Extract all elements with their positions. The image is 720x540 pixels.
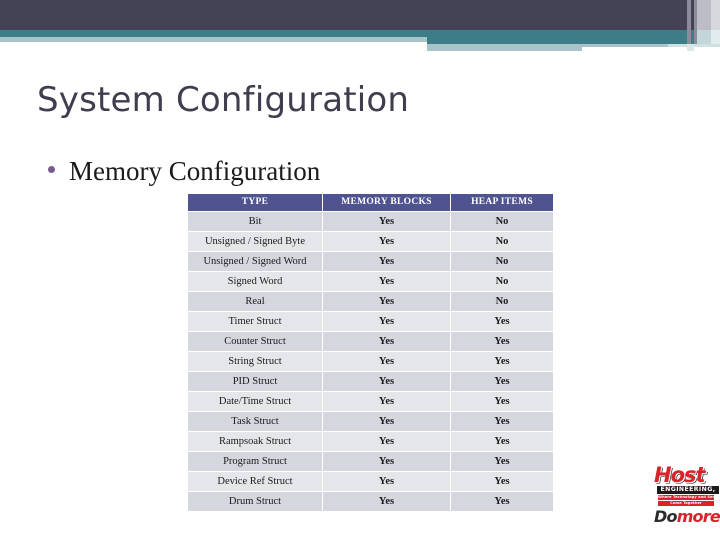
table-row: Bit Yes No xyxy=(188,212,553,231)
cell-memory-blocks: Yes xyxy=(323,472,450,491)
cell-heap-items: Yes xyxy=(451,372,553,391)
banner-vstripe-8 xyxy=(687,44,694,51)
cell-type: Drum Struct xyxy=(188,492,322,511)
banner-vstripe-5 xyxy=(697,30,711,44)
cell-heap-items: Yes xyxy=(451,392,553,411)
banner-vstripe-7 xyxy=(711,30,720,44)
table-row: Task Struct Yes Yes xyxy=(188,412,553,431)
table-row: Real Yes No xyxy=(188,292,553,311)
table-row: Unsigned / Signed Byte Yes No xyxy=(188,232,553,251)
cell-memory-blocks: Yes xyxy=(323,432,450,451)
logo-slogan-prefix: Do xyxy=(654,507,677,526)
bullet-list-item: Memory Configuration xyxy=(48,156,320,187)
cell-heap-items: Yes xyxy=(451,472,553,491)
logo-tagline-line1: Where Technology and Service xyxy=(658,495,714,500)
memory-configuration-table: TYPE MEMORY BLOCKS HEAP ITEMS Bit Yes No Un… xyxy=(187,193,554,512)
cell-heap-items: Yes xyxy=(451,432,553,451)
cell-memory-blocks: Yes xyxy=(323,412,450,431)
cell-type: Unsigned / Signed Word xyxy=(188,252,322,271)
table-row: Signed Word Yes No xyxy=(188,272,553,291)
logo-brand-text: Host xyxy=(654,463,706,487)
cell-memory-blocks: Yes xyxy=(323,232,450,251)
cell-type: Signed Word xyxy=(188,272,322,291)
cell-type: Timer Struct xyxy=(188,312,322,331)
cell-heap-items: Yes xyxy=(451,452,553,471)
table-row: Drum Struct Yes Yes xyxy=(188,492,553,511)
cell-memory-blocks: Yes xyxy=(323,272,450,291)
column-header-memory-blocks: MEMORY BLOCKS xyxy=(323,194,450,211)
cell-memory-blocks: Yes xyxy=(323,252,450,271)
cell-heap-items: Yes xyxy=(451,352,553,371)
cell-heap-items: No xyxy=(451,232,553,251)
table-row: Device Ref Struct Yes Yes xyxy=(188,472,553,491)
cell-memory-blocks: Yes xyxy=(323,392,450,411)
logo-tagline-line2: Come Together xyxy=(658,501,714,506)
logo-slogan: Domore! xyxy=(654,508,720,526)
table-row: Counter Struct Yes Yes xyxy=(188,332,553,351)
cell-type: Real xyxy=(188,292,322,311)
table-body: Bit Yes No Unsigned / Signed Byte Yes No Unsig… xyxy=(188,212,553,511)
column-header-heap-items: HEAP ITEMS xyxy=(451,194,553,211)
table-row: Unsigned / Signed Word Yes No xyxy=(188,252,553,271)
banner-pale-far-bar xyxy=(668,44,720,47)
cell-heap-items: Yes xyxy=(451,332,553,351)
banner-teal-bar xyxy=(0,30,720,37)
banner-vstripe-4 xyxy=(697,0,711,30)
cell-type: Program Struct xyxy=(188,452,322,471)
table-row: PID Struct Yes Yes xyxy=(188,372,553,391)
cell-type: String Struct xyxy=(188,352,322,371)
table-row: Date/Time Struct Yes Yes xyxy=(188,392,553,411)
cell-type: Task Struct xyxy=(188,412,322,431)
banner-teal-right-bar xyxy=(427,37,720,44)
slide-top-banner xyxy=(0,0,720,56)
cell-type: Bit xyxy=(188,212,322,231)
cell-heap-items: Yes xyxy=(451,412,553,431)
table-row: Program Struct Yes Yes xyxy=(188,452,553,471)
table-row: Timer Struct Yes Yes xyxy=(188,312,553,331)
cell-heap-items: No xyxy=(451,252,553,271)
host-engineering-logo: Host ENGINEERING, INC. Where Technology … xyxy=(654,464,720,536)
banner-dark-bar xyxy=(0,0,720,30)
table-row: Rampsoak Struct Yes Yes xyxy=(188,432,553,451)
banner-pale-left-bar xyxy=(0,37,427,42)
cell-type: PID Struct xyxy=(188,372,322,391)
table-row: String Struct Yes Yes xyxy=(188,352,553,371)
cell-type: Unsigned / Signed Byte xyxy=(188,232,322,251)
cell-heap-items: No xyxy=(451,292,553,311)
cell-memory-blocks: Yes xyxy=(323,212,450,231)
cell-memory-blocks: Yes xyxy=(323,492,450,511)
cell-memory-blocks: Yes xyxy=(323,452,450,471)
cell-heap-items: No xyxy=(451,272,553,291)
banner-vstripe-6 xyxy=(711,0,720,30)
cell-heap-items: Yes xyxy=(451,492,553,511)
cell-type: Device Ref Struct xyxy=(188,472,322,491)
bullet-item-label: Memory Configuration xyxy=(69,156,321,186)
cell-memory-blocks: Yes xyxy=(323,352,450,371)
cell-type: Counter Struct xyxy=(188,332,322,351)
logo-slogan-suffix: more! xyxy=(676,507,720,526)
banner-pale-thin-bar xyxy=(582,44,668,47)
page-title: System Configuration xyxy=(37,80,410,120)
cell-memory-blocks: Yes xyxy=(323,312,450,331)
table-header-row: TYPE MEMORY BLOCKS HEAP ITEMS xyxy=(188,194,553,211)
bullet-marker-icon xyxy=(48,166,55,173)
cell-memory-blocks: Yes xyxy=(323,372,450,391)
logo-subtitle-text: ENGINEERING, INC. xyxy=(657,486,719,501)
table-header: TYPE MEMORY BLOCKS HEAP ITEMS xyxy=(188,194,553,211)
column-header-type: TYPE xyxy=(188,194,322,211)
cell-type: Rampsoak Struct xyxy=(188,432,322,451)
cell-memory-blocks: Yes xyxy=(323,332,450,351)
cell-type: Date/Time Struct xyxy=(188,392,322,411)
cell-memory-blocks: Yes xyxy=(323,292,450,311)
banner-pale-mid-bar xyxy=(427,44,582,51)
cell-heap-items: No xyxy=(451,212,553,231)
cell-heap-items: Yes xyxy=(451,312,553,331)
